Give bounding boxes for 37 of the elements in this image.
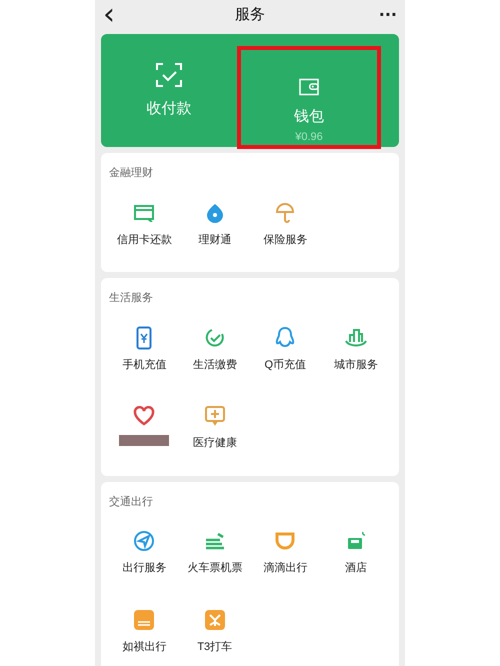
page-title: 服务 <box>235 4 265 25</box>
section-title: 金融理财 <box>109 166 154 181</box>
redacted-label <box>119 435 170 446</box>
card-icon <box>133 204 156 222</box>
service-item[interactable]: Q币充值 <box>264 356 306 373</box>
tile-label: 钱包 <box>294 107 324 127</box>
section-title: 交通出行 <box>109 494 154 510</box>
tile-label: 收付款 <box>146 99 192 119</box>
service-item[interactable]: 生活缴费 <box>192 356 237 373</box>
app-tile-icon <box>133 608 156 630</box>
phone-icon <box>136 326 152 350</box>
service-item[interactable]: 城市服务 <box>334 356 378 373</box>
service-item[interactable]: 滴滴出行 <box>263 560 308 576</box>
umbrella-icon <box>274 200 296 224</box>
service-item[interactable]: 如祺出行 <box>122 638 166 655</box>
scan-icon <box>155 62 183 88</box>
u-shape-icon <box>274 530 296 552</box>
service-item[interactable]: 保险服务 <box>263 232 308 248</box>
buildings-icon <box>344 326 368 348</box>
more-button[interactable]: ··· <box>373 3 397 27</box>
section-title: 生活服务 <box>109 291 154 306</box>
medical-icon <box>204 405 226 427</box>
app-tile-icon <box>204 608 226 630</box>
navigation-icon <box>133 530 156 552</box>
service-item[interactable]: 出行服务 <box>122 560 166 576</box>
service-item[interactable]: 酒店 <box>344 560 367 576</box>
service-item[interactable]: 火车票机票 <box>187 560 242 576</box>
penguin-icon <box>274 326 296 350</box>
check-circle-icon <box>204 326 226 348</box>
balance-amount: ¥0.96 <box>295 130 323 144</box>
service-item[interactable]: 医疗健康 <box>192 435 237 452</box>
service-item[interactable]: T3打车 <box>197 638 232 655</box>
service-item[interactable]: 理财通 <box>198 232 232 248</box>
back-button[interactable]: ‹ <box>103 0 127 30</box>
service-item[interactable]: 手机充值 <box>122 356 166 373</box>
heart-icon <box>133 406 156 426</box>
service-item[interactable]: 信用卡还款 <box>116 232 172 248</box>
